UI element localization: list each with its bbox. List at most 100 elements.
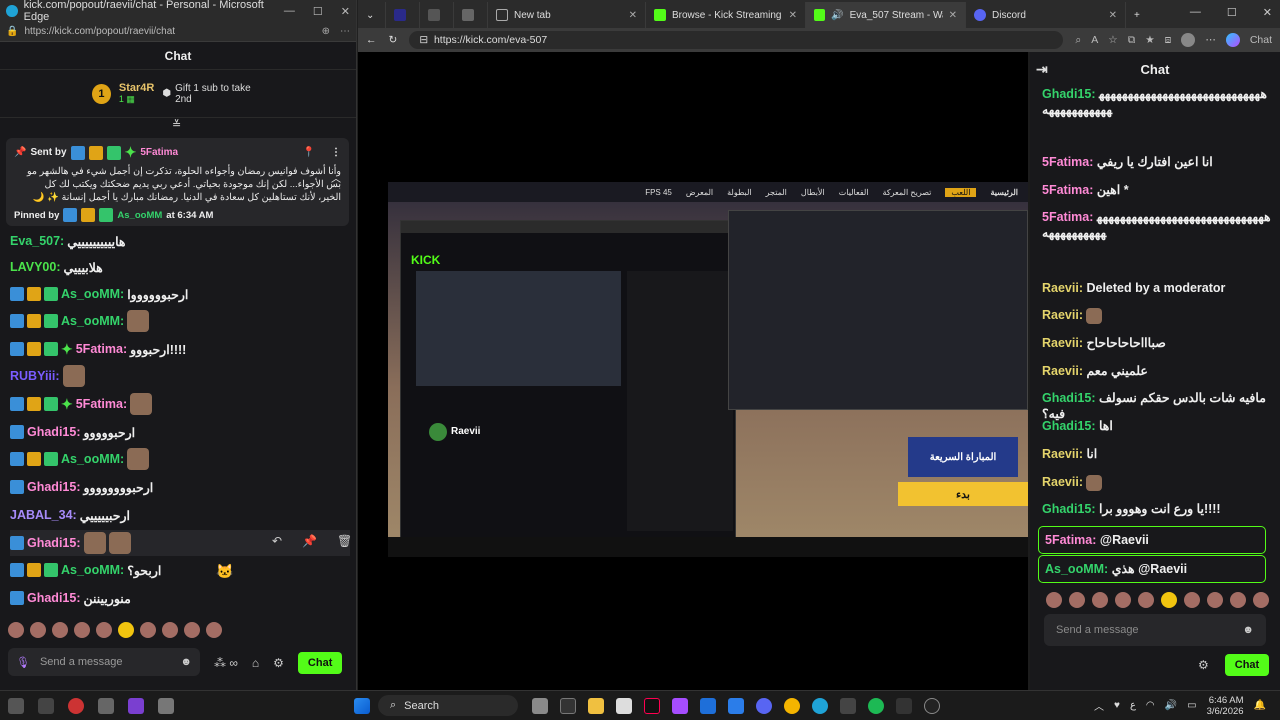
chat-username[interactable]: As_ooMM: (61, 314, 124, 328)
chat-username[interactable]: Raevii: (1042, 475, 1083, 489)
chat-username[interactable]: Ghadi15: (1042, 502, 1096, 516)
emoji-picker-icon[interactable]: ☻ (180, 656, 192, 668)
file-explorer-icon[interactable] (588, 697, 604, 714)
gift-sub-button[interactable]: ⬢ Gift 1 sub to take 2nd (162, 83, 264, 105)
more-icon[interactable]: ⋯ (340, 26, 350, 37)
emote-icon[interactable] (140, 622, 156, 638)
emote-icon[interactable] (1092, 592, 1108, 608)
chat-message[interactable]: As_ooMM: (10, 308, 350, 334)
app-icon[interactable] (98, 697, 114, 714)
pin-action-icon[interactable]: 📌 (302, 534, 317, 548)
more-icon[interactable]: ⋯ (1205, 34, 1216, 46)
stream-chat-message[interactable]: Raevii: انا (1042, 446, 1272, 462)
emote-icon[interactable] (1161, 592, 1177, 608)
app-icon[interactable] (68, 697, 84, 714)
profile-avatar-icon[interactable] (1181, 33, 1196, 47)
language-icon[interactable]: ع (1130, 700, 1136, 711)
left-message-input[interactable]: 🎙 Send a message ☻ (8, 648, 200, 676)
chat-username[interactable]: Ghadi15: (27, 536, 81, 550)
emote-icon[interactable] (1253, 592, 1269, 608)
maximize-icon[interactable]: ☐ (313, 5, 323, 18)
chat-message[interactable]: JABAL_34: ارحبيييييي (10, 502, 350, 528)
chevron-up-icon[interactable]: ︿ (331, 170, 341, 185)
pinned-by-user[interactable]: As_ooMM (117, 210, 162, 221)
folder-icon[interactable] (38, 697, 54, 714)
chat-username[interactable]: As_ooMM: (61, 452, 124, 466)
stream-chat-message[interactable]: Raevii: (1042, 307, 1272, 324)
chevron-up-icon[interactable]: ︿ (1094, 698, 1104, 713)
app-icon[interactable] (700, 697, 716, 714)
chat-emote-icon[interactable] (1086, 474, 1103, 491)
emote-icon[interactable] (1138, 592, 1154, 608)
back-icon[interactable]: ← (366, 34, 377, 46)
chat-emote-icon[interactable] (127, 310, 150, 332)
chat-emote-icon[interactable] (130, 393, 153, 415)
emote-icon[interactable] (1207, 592, 1223, 608)
chat-username[interactable]: Raevii: (1042, 336, 1083, 350)
terminal-icon[interactable] (896, 697, 912, 714)
microphone-icon[interactable]: 🎙 (16, 656, 30, 669)
chat-username[interactable]: Raevii: (1042, 308, 1083, 322)
settings-gear-icon[interactable]: ⚙ (273, 656, 284, 670)
collapse-chat-icon[interactable]: ⇥ (1036, 61, 1048, 78)
emote-icon[interactable] (74, 622, 90, 638)
chrome-icon[interactable] (784, 697, 800, 714)
task-view-icon[interactable] (560, 697, 576, 714)
close-icon[interactable]: ✕ (789, 10, 797, 21)
windows-start-icon[interactable] (354, 697, 370, 714)
stream-chat-send-button[interactable]: Chat (1224, 654, 1270, 676)
emote-icon[interactable] (96, 622, 112, 638)
emote-icon[interactable] (30, 622, 46, 638)
chat-username[interactable]: RUBYiii: (10, 369, 60, 383)
stream-chat-message[interactable]: Ghadi15: اها (1042, 418, 1272, 434)
chat-message[interactable]: Ghadi15: منورييننن (10, 585, 350, 611)
close-icon[interactable]: ✕ (1263, 6, 1272, 19)
tab-actions-button[interactable]: ⌄ (358, 2, 386, 28)
widgets-icon[interactable] (8, 697, 24, 714)
tab-discord[interactable]: Discord ✕ (966, 2, 1126, 28)
chat-username[interactable]: As_ooMM: (61, 563, 124, 577)
taskbar-search[interactable]: ⌕ Search (378, 695, 518, 716)
emote-icon[interactable] (1069, 592, 1085, 608)
kebab-menu-icon[interactable]: ⋮ (331, 147, 341, 158)
chat-message[interactable]: LAVY00: هلابيييي (10, 254, 350, 280)
store-icon[interactable] (616, 697, 632, 714)
copilot-app-icon[interactable] (672, 697, 688, 714)
stream-chat-message[interactable]: 5Fatima: انا اعين افتارك يا ريفي (1042, 154, 1272, 170)
chat-emote-icon[interactable] (62, 365, 85, 387)
reply-icon[interactable]: ↶ (272, 534, 282, 548)
chat-emote-icon[interactable] (127, 448, 150, 470)
app-tray-icon[interactable]: ♥ (1114, 700, 1120, 711)
split-screen-icon[interactable]: ⧉ (1128, 34, 1136, 47)
copilot-icon[interactable] (1225, 33, 1240, 47)
edge-icon[interactable] (812, 697, 828, 714)
chat-username[interactable]: Eva_507: (10, 234, 64, 248)
chat-emote-icon[interactable] (83, 532, 106, 554)
tab-pinned-3[interactable] (454, 2, 488, 28)
chat-username[interactable]: Ghadi15: (27, 591, 81, 605)
emote-icon[interactable] (206, 622, 222, 638)
chat-message[interactable]: Eva_507: هاييييييييييي (10, 228, 350, 254)
stream-chat-message[interactable]: Raevii: صباااحاحاحاحاح (1042, 335, 1272, 351)
mention-message[interactable]: 5Fatima: @Raevii (1038, 526, 1266, 554)
store-icon[interactable]: ⌂ (252, 656, 259, 670)
left-address-bar[interactable]: 🔒 https://kick.com/popout/raevii/chat ⊕ … (0, 22, 356, 42)
chat-username[interactable]: Raevii: (1042, 364, 1083, 378)
emote-icon[interactable] (8, 622, 24, 638)
stream-chat-message[interactable]: Raevii: (1042, 474, 1272, 491)
maximize-icon[interactable]: ☐ (1227, 6, 1237, 19)
tab-eva-stream[interactable]: 🔊 Eva_507 Stream - Watch Live✕ (806, 2, 966, 28)
chat-username[interactable]: 5Fatima: (1042, 210, 1093, 224)
tab-pinned-1[interactable] (386, 2, 420, 28)
emote-icon[interactable] (184, 622, 200, 638)
spotify-icon[interactable] (868, 697, 884, 714)
settings-gear-icon[interactable]: ⚙ (1198, 658, 1209, 672)
refresh-icon[interactable]: ↻ (389, 34, 398, 46)
close-icon[interactable]: ✕ (949, 10, 957, 21)
stream-chat-message[interactable]: 5Fatima: اهين * (1042, 182, 1272, 198)
obs-icon[interactable] (924, 697, 940, 714)
unpin-icon[interactable]: 📍 (303, 147, 315, 158)
leader-name[interactable]: Star4R (119, 82, 154, 94)
channel-points-icon[interactable]: ⁂ ∞ (214, 656, 238, 670)
chat-message[interactable]: As_ooMM: (10, 446, 350, 472)
